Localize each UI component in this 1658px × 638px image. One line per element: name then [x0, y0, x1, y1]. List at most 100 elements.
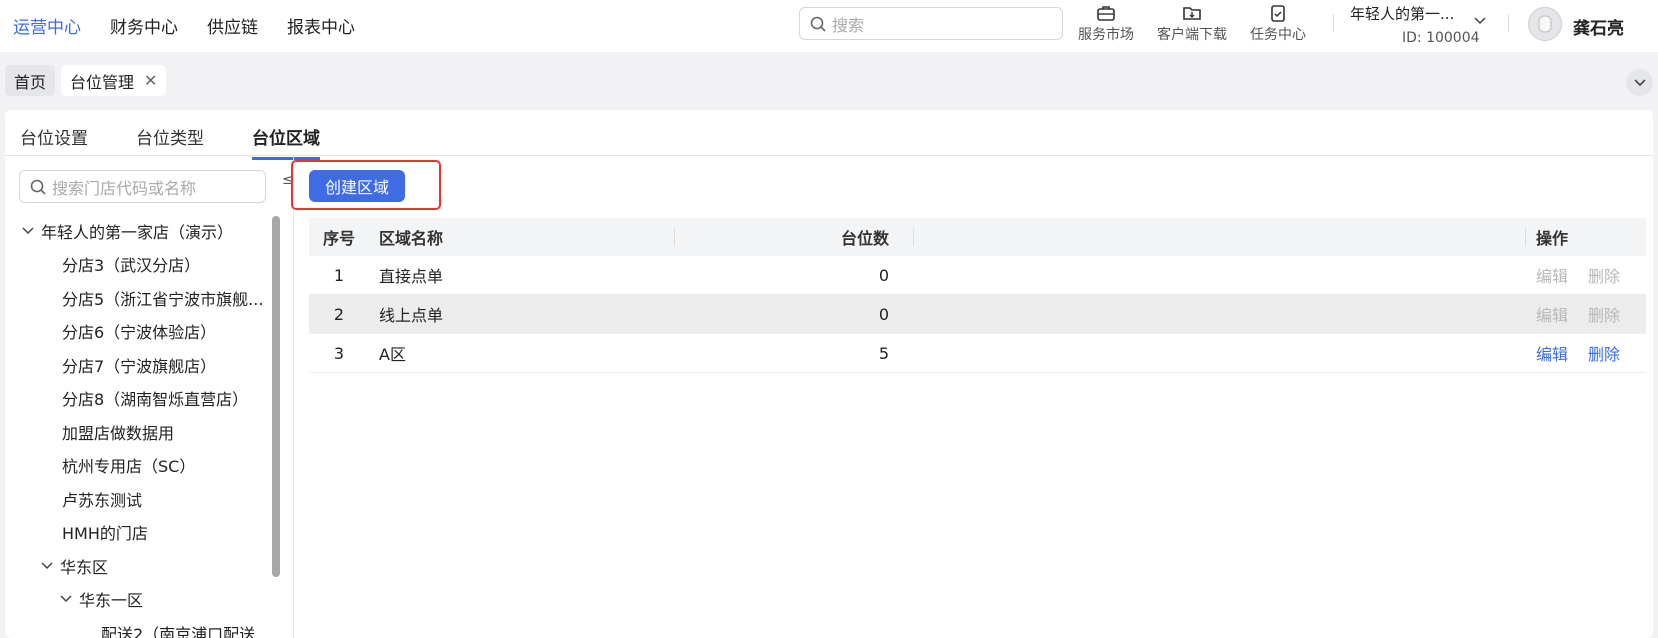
menu-item-supply-chain[interactable]: 供应链	[207, 13, 258, 38]
tree-item[interactable]: HMH的门店	[5, 516, 275, 550]
chevron-down-icon[interactable]	[19, 227, 37, 235]
client-download-label: 客户端下载	[1157, 27, 1227, 43]
cell-name: A区	[379, 345, 406, 364]
menu-item-reports[interactable]: 报表中心	[287, 13, 355, 38]
store-search-placeholder: 搜索门店代码或名称	[52, 178, 197, 198]
toolbar-divider	[1333, 14, 1334, 32]
edit-button[interactable]: 编辑	[1536, 341, 1568, 365]
tree-item[interactable]: 卢苏东测试	[5, 482, 275, 516]
search-icon	[30, 179, 46, 195]
tree-item[interactable]: 加盟店做数据用	[5, 415, 275, 449]
cell-name: 直接点单	[379, 267, 444, 286]
tree-item-label: 华东一区	[79, 591, 144, 611]
column-divider	[1525, 228, 1526, 246]
tree-item[interactable]: 分店5（浙江省宁波市旗舰...	[5, 281, 275, 315]
tree-item-label: 配送2（南京浦口配送	[101, 624, 256, 638]
tree-item-label: 分店6（宁波体验店）	[62, 323, 217, 343]
highlight-box	[291, 160, 441, 210]
sub-tabs: 台位设置 台位类型 台位区域	[20, 124, 320, 160]
page-tabs: 首页 台位管理 ✕	[5, 65, 167, 96]
page-tab-label: 台位管理	[70, 72, 135, 92]
tree-item-label: 年轻人的第一家店（演示）	[41, 222, 234, 242]
store-tree-sidebar: 搜索门店代码或名称 ≤ 年轻人的第一家店（演示） 分店3（武汉分店） 分店5（浙…	[5, 156, 294, 638]
search-placeholder: 搜索	[832, 15, 865, 35]
column-header-count: 台位数	[840, 229, 889, 248]
tree-item[interactable]: 配送2（南京浦口配送	[5, 616, 275, 638]
tree-item[interactable]: 分店8（湖南智烁直营店）	[5, 382, 275, 416]
delete-button[interactable]: 删除	[1588, 341, 1620, 365]
chevron-down-icon[interactable]	[1473, 16, 1487, 26]
top-navigation-bar: 运营中心 财务中心 供应链 报表中心 搜索 服务市场 客户端下载 任务中心 年轻…	[0, 0, 1658, 52]
tree-item-label: 分店3（武汉分店）	[62, 256, 201, 276]
column-header-ops: 操作	[1536, 229, 1569, 248]
task-center-button[interactable]: 任务中心	[1250, 4, 1306, 44]
briefcase-icon	[1097, 6, 1115, 21]
cell-ops: 编辑 删除	[1526, 341, 1646, 365]
tree-item-label: 加盟店做数据用	[62, 423, 175, 443]
avatar[interactable]	[1528, 7, 1562, 41]
cell-ops: 编辑 删除	[1526, 263, 1646, 287]
column-divider	[674, 228, 675, 246]
tab-table-areas[interactable]: 台位区域	[252, 124, 320, 160]
main-menu: 运营中心 财务中心 供应链 报表中心	[13, 13, 355, 38]
table-row: 3 A区 5 编辑 删除	[309, 334, 1646, 373]
cell-no: 3	[333, 343, 345, 363]
close-icon[interactable]: ✕	[144, 71, 157, 90]
tabs-collapse-button[interactable]	[1626, 69, 1653, 96]
tree-item-label: 卢苏东测试	[62, 490, 143, 510]
tree-item[interactable]: 华东一区	[5, 583, 275, 617]
column-header-no: 序号	[322, 229, 355, 248]
menu-item-operations[interactable]: 运营中心	[13, 13, 81, 38]
delete-button: 删除	[1588, 267, 1621, 286]
task-center-label: 任务中心	[1250, 27, 1306, 43]
tree-item[interactable]: 分店3（武汉分店）	[5, 248, 275, 282]
cell-count: 0	[878, 265, 889, 285]
org-switcher[interactable]: 年轻人的第一... ID: 100004	[1350, 3, 1480, 46]
chevron-down-icon[interactable]	[57, 595, 75, 603]
cell-no: 2	[333, 304, 345, 324]
table-row: 2 线上点单 0 编辑 删除	[309, 295, 1646, 334]
global-search-input[interactable]: 搜索	[799, 7, 1063, 40]
cell-count: 5	[878, 343, 889, 363]
user-icon	[1538, 15, 1552, 33]
chevron-down-icon[interactable]	[38, 562, 56, 570]
org-id: ID: 100004	[1402, 30, 1480, 46]
column-header-name: 区域名称	[379, 229, 444, 248]
table-row: 1 直接点单 0 编辑 删除	[309, 256, 1646, 295]
cell-ops: 编辑 删除	[1526, 302, 1646, 326]
sidebar-scrollbar[interactable]	[272, 216, 280, 577]
org-name: 年轻人的第一...	[1350, 5, 1455, 23]
tab-table-types[interactable]: 台位类型	[136, 124, 204, 149]
service-market-button[interactable]: 服务市场	[1078, 4, 1134, 44]
folder-download-icon	[1183, 7, 1201, 20]
content-card: 台位设置 台位类型 台位区域 搜索门店代码或名称 ≤ 年轻人的第一家店（演示） …	[5, 110, 1653, 638]
tree-item[interactable]: 年轻人的第一家店（演示）	[5, 214, 275, 248]
client-download-button[interactable]: 客户端下载	[1157, 4, 1227, 44]
table-header: 序号 区域名称 台位数 操作	[309, 218, 1646, 256]
tree-item[interactable]: 分店6（宁波体验店）	[5, 315, 275, 349]
area-table: 序号 区域名称 台位数 操作 1 直接点单 0 编辑 删除 2 线上点单 0 编…	[309, 218, 1646, 373]
tree-item-label: HMH的门店	[62, 524, 148, 544]
clipboard-check-icon	[1271, 5, 1285, 22]
edit-button: 编辑	[1536, 306, 1569, 325]
menu-item-finance[interactable]: 财务中心	[110, 13, 178, 38]
tree-item-label: 华东区	[60, 557, 109, 577]
delete-button: 删除	[1588, 306, 1621, 325]
page-tab-table-management[interactable]: 台位管理 ✕	[61, 65, 167, 96]
store-search-input[interactable]: 搜索门店代码或名称	[19, 170, 266, 203]
column-divider	[913, 228, 914, 246]
toolbar-divider	[1508, 14, 1509, 32]
tree-item-label: 杭州专用店（SC）	[62, 457, 196, 477]
user-name[interactable]: 龚石亮	[1573, 14, 1624, 39]
tree-item[interactable]: 华东区	[5, 549, 275, 583]
tab-table-settings[interactable]: 台位设置	[20, 124, 88, 149]
page-tab-home[interactable]: 首页	[5, 65, 56, 96]
tree-item-label: 分店5（浙江省宁波市旗舰...	[62, 289, 264, 309]
tree-item[interactable]: 分店7（宁波旗舰店）	[5, 348, 275, 382]
page-tab-label: 首页	[14, 72, 47, 92]
cell-no: 1	[333, 265, 345, 285]
search-icon	[810, 16, 826, 32]
tree-item[interactable]: 杭州专用店（SC）	[5, 449, 275, 483]
service-market-label: 服务市场	[1078, 27, 1134, 43]
store-tree: 年轻人的第一家店（演示） 分店3（武汉分店） 分店5（浙江省宁波市旗舰... 分…	[5, 214, 275, 638]
